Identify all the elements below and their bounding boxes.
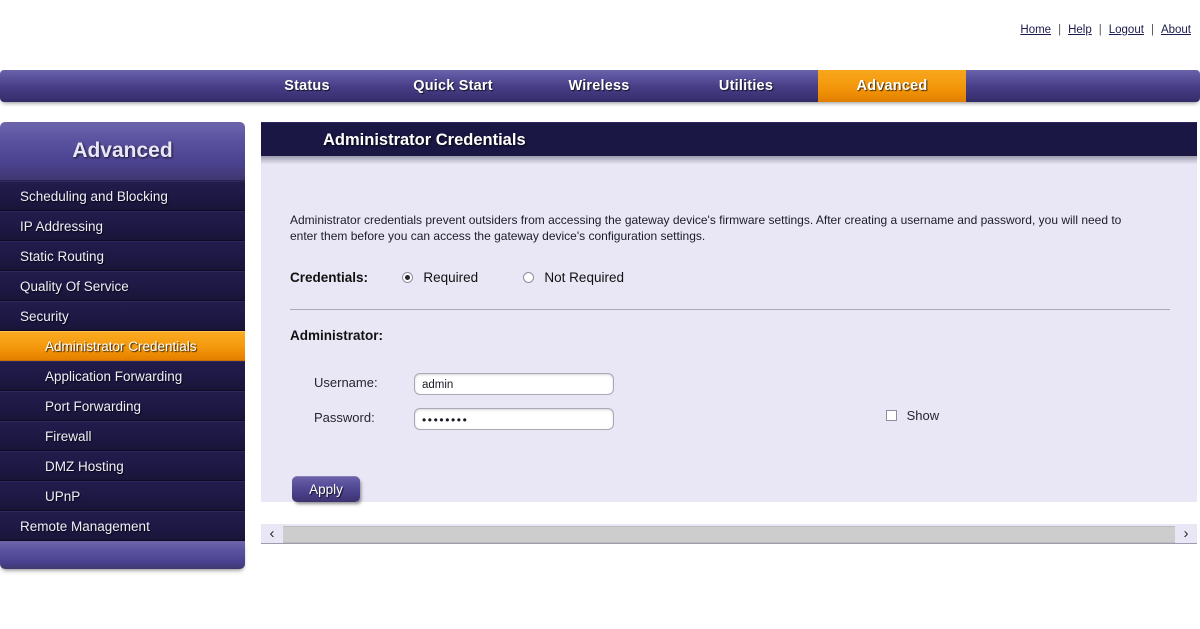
- sidebar-item-static-routing[interactable]: Static Routing: [0, 241, 245, 271]
- sidebar-item-firewall[interactable]: Firewall: [0, 421, 245, 451]
- nav-tab-utilities[interactable]: Utilities: [691, 70, 801, 102]
- horizontal-scrollbar[interactable]: ‹ ›: [261, 524, 1197, 544]
- top-utility-links: Home | Help | Logout | About: [1019, 24, 1192, 36]
- nav-tab-quick-start[interactable]: Quick Start: [389, 70, 517, 102]
- apply-button[interactable]: Apply: [292, 476, 360, 502]
- panel-bottom-border: [261, 543, 1197, 544]
- sidebar: Advanced Scheduling and Blocking IP Addr…: [0, 122, 245, 569]
- scroll-right-chevron-icon[interactable]: ›: [1175, 526, 1197, 542]
- panel-title: Administrator Credentials: [261, 122, 1197, 156]
- top-link-help[interactable]: Help: [1067, 24, 1093, 36]
- sidebar-item-upnp[interactable]: UPnP: [0, 481, 245, 511]
- main-nav-bar: Status Quick Start Wireless Utilities Ad…: [0, 70, 1200, 102]
- administrator-section-label: Administrator:: [290, 328, 384, 343]
- show-password-label[interactable]: Show: [907, 408, 940, 423]
- top-link-separator: |: [1058, 24, 1062, 36]
- nav-tab-advanced[interactable]: Advanced: [818, 70, 966, 102]
- credentials-label: Credentials:: [290, 270, 369, 285]
- top-link-about[interactable]: About: [1160, 24, 1192, 36]
- sidebar-item-security[interactable]: Security: [0, 301, 245, 331]
- top-link-logout[interactable]: Logout: [1108, 24, 1145, 36]
- password-field-row: Password: ••••••••: [314, 408, 614, 430]
- password-input[interactable]: ••••••••: [414, 408, 614, 430]
- top-link-separator: |: [1150, 24, 1154, 36]
- sidebar-item-application-forwarding[interactable]: Application Forwarding: [0, 361, 245, 391]
- sidebar-item-quality-of-service[interactable]: Quality Of Service: [0, 271, 245, 301]
- show-password-row[interactable]: Show: [886, 408, 939, 423]
- content-panel: Administrator Credentials Administrator …: [261, 122, 1197, 544]
- password-label: Password:: [314, 410, 375, 426]
- sidebar-item-remote-management[interactable]: Remote Management: [0, 511, 245, 541]
- section-divider: [290, 309, 1170, 310]
- radio-not-required-label[interactable]: Not Required: [544, 270, 624, 285]
- credentials-row: Credentials: Required Not Required: [290, 270, 624, 285]
- show-password-checkbox[interactable]: [886, 410, 897, 421]
- sidebar-footer-cap: [0, 541, 245, 569]
- top-link-home[interactable]: Home: [1019, 24, 1052, 36]
- sidebar-title: Advanced: [0, 122, 245, 181]
- username-input[interactable]: admin: [414, 373, 614, 395]
- radio-required[interactable]: [401, 272, 413, 283]
- panel-description: Administrator credentials prevent outsid…: [290, 213, 1122, 243]
- top-link-separator: |: [1098, 24, 1102, 36]
- nav-tab-status[interactable]: Status: [252, 70, 362, 102]
- sidebar-item-dmz-hosting[interactable]: DMZ Hosting: [0, 451, 245, 481]
- scrollbar-thumb[interactable]: [283, 525, 1175, 543]
- sidebar-item-administrator-credentials[interactable]: Administrator Credentials: [0, 331, 245, 361]
- panel-title-underbar: [261, 156, 1197, 164]
- username-label: Username:: [314, 375, 378, 391]
- username-field-row: Username: admin: [314, 373, 614, 395]
- radio-required-label[interactable]: Required: [423, 270, 478, 285]
- scroll-left-chevron-icon[interactable]: ‹: [261, 526, 283, 542]
- main-nav-items: Status Quick Start Wireless Utilities Ad…: [0, 70, 1200, 102]
- radio-not-required[interactable]: [522, 272, 534, 283]
- sidebar-item-ip-addressing[interactable]: IP Addressing: [0, 211, 245, 241]
- nav-tab-wireless[interactable]: Wireless: [544, 70, 654, 102]
- sidebar-item-port-forwarding[interactable]: Port Forwarding: [0, 391, 245, 421]
- panel-body: Administrator credentials prevent outsid…: [261, 164, 1197, 544]
- sidebar-item-scheduling-and-blocking[interactable]: Scheduling and Blocking: [0, 181, 245, 211]
